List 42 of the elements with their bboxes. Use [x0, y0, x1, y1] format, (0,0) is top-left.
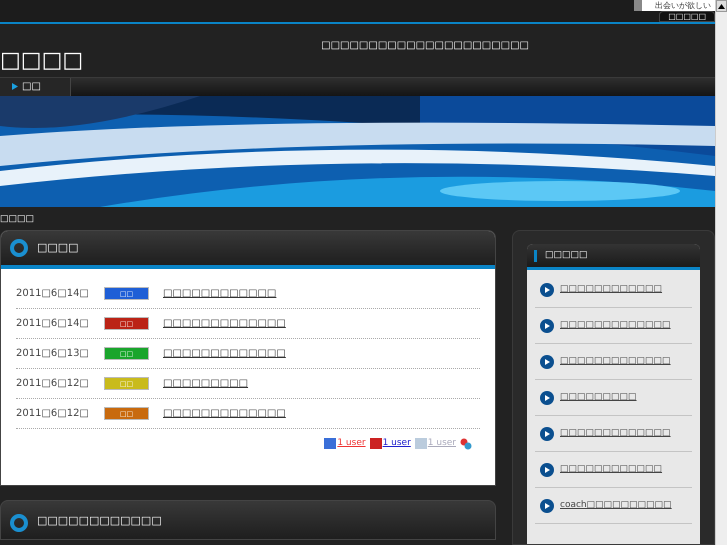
scrollbar[interactable] — [715, 0, 727, 545]
tagline: □□□□□□□□□□□□□□□□□□□□□□ — [321, 38, 529, 53]
site-title: □□□□ — [0, 46, 84, 75]
play-icon — [540, 282, 554, 296]
news-link[interactable]: □□□□□□□□□□□□ — [163, 286, 276, 301]
sidebar-link[interactable]: □□□□□□□□□□□□ — [560, 282, 662, 296]
sidebar-link[interactable]: coach□□□□□□□□□□ — [560, 498, 672, 512]
news-date: 2011□6□12□ — [16, 407, 90, 421]
sidebar-link[interactable]: □□□□□□□□□□□□□ — [560, 354, 671, 368]
bookmark-count[interactable]: 1 user — [337, 437, 366, 450]
panel-title: □□□□ — [37, 240, 79, 256]
tab-icon — [634, 0, 642, 11]
search-field[interactable]: 出会いが欲しい — [642, 0, 715, 11]
news-date: 2011□6□13□ — [16, 347, 90, 361]
ring-icon — [9, 513, 29, 533]
play-icon — [540, 318, 554, 332]
news-date: 2011□6□12□ — [16, 377, 90, 391]
news-link[interactable]: □□□□□□□□□□□□□ — [163, 316, 286, 331]
play-icon — [540, 462, 554, 476]
news-link[interactable]: □□□□□□□□□ — [163, 376, 248, 391]
news-date: 2011□6□14□ — [16, 317, 90, 331]
sidebar-link[interactable]: □□□□□□□□□□□□□ — [560, 426, 671, 440]
play-icon — [540, 426, 554, 440]
news-link[interactable]: □□□□□□□□□□□□□ — [163, 346, 286, 361]
triangle-icon — [12, 83, 18, 90]
play-icon — [540, 390, 554, 404]
news-link[interactable]: □□□□□□□□□□□□□ — [163, 406, 286, 421]
play-icon — [540, 354, 554, 368]
share-icon — [460, 438, 472, 450]
nav-item[interactable]: □□ — [0, 78, 71, 96]
play-icon — [540, 498, 554, 512]
header-button[interactable]: □□□□□ — [659, 11, 715, 22]
news-date: 2011□6□14□ — [16, 287, 90, 301]
sidebar-link[interactable]: □□□□□□□□□ — [560, 390, 637, 404]
ring-icon — [9, 238, 29, 258]
panel-title: □□□□□□□□□□□□ — [37, 513, 162, 529]
sidebar-link[interactable]: □□□□□□□□□□□□□ — [560, 318, 671, 332]
sidebar-link[interactable]: □□□□□□□□□□□□ — [560, 462, 662, 476]
bookmark-count[interactable]: 1 user — [382, 437, 411, 450]
breadcrumb: □□□□ — [0, 212, 34, 226]
scroll-up-icon[interactable] — [716, 0, 727, 12]
sidebar-title: □□□□□ — [545, 248, 588, 262]
